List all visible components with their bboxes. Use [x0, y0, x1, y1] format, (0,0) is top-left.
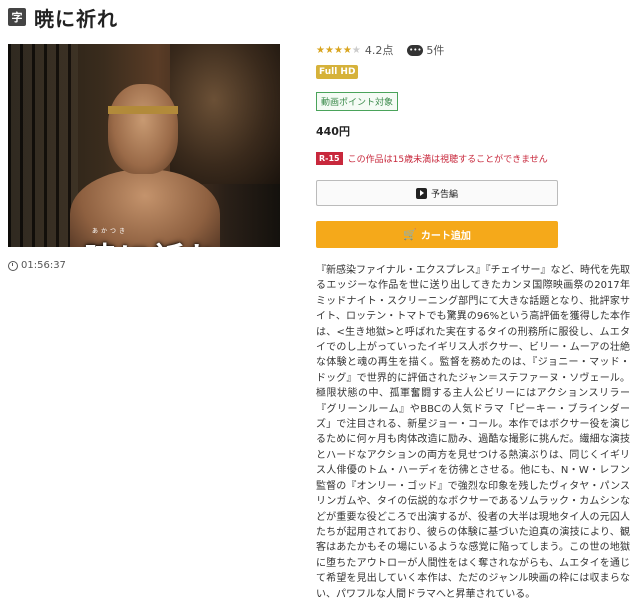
star-empty-icon: ★ — [351, 44, 361, 56]
comment-count[interactable]: 5件 — [426, 42, 444, 58]
star-icon: ★ — [316, 44, 325, 56]
star-rating: ★★★★★ — [316, 45, 361, 56]
restriction-text: この作品は15歳未満は視聴することができません — [347, 155, 548, 165]
r15-badge: R-15 — [316, 152, 343, 165]
poster-headband — [108, 106, 178, 114]
price: 440円 — [316, 125, 350, 138]
rating-row: ★★★★★ 4.2点 ••• 5件 — [316, 42, 444, 58]
cart-icon: 🛒 — [403, 228, 417, 241]
fullhd-badge: Full HD — [316, 65, 359, 79]
rating-value: 4.2点 — [364, 44, 394, 57]
duration: 01:56:37 — [8, 260, 66, 271]
clock-icon — [8, 260, 18, 271]
poster-title: 暁に祈れ — [84, 234, 220, 247]
trailer-label: 予告編 — [430, 189, 458, 200]
description: 『新感染ファイナル・エクスプレス』『チェイサー』など、時代を先取るエッジーな作品… — [316, 265, 630, 600]
star-icon: ★ — [333, 44, 343, 56]
poster-image[interactable]: あかつき 暁に祈れ — [8, 44, 280, 247]
page-title: 暁に祈れ — [34, 6, 118, 31]
restriction-row: R-15 この作品は15歳未満は視聴することができません — [316, 152, 548, 165]
comment-icon[interactable]: ••• — [407, 44, 424, 56]
title-row: 字 暁に祈れ — [8, 6, 118, 31]
add-to-cart-button[interactable]: 🛒 カート追加 — [316, 221, 558, 248]
duration-text: 01:56:37 — [21, 260, 66, 271]
point-badge: 動画ポイント対象 — [316, 92, 399, 111]
poster-face — [108, 84, 178, 174]
poster-bars — [8, 44, 78, 247]
trailer-button[interactable]: 予告編 — [316, 180, 558, 206]
star-icon: ★ — [342, 44, 352, 56]
play-icon — [415, 187, 427, 199]
cart-label: カート追加 — [420, 231, 471, 242]
subtitle-badge: 字 — [8, 8, 26, 26]
poster-crowd — [170, 44, 280, 184]
star-icon: ★ — [324, 44, 334, 56]
